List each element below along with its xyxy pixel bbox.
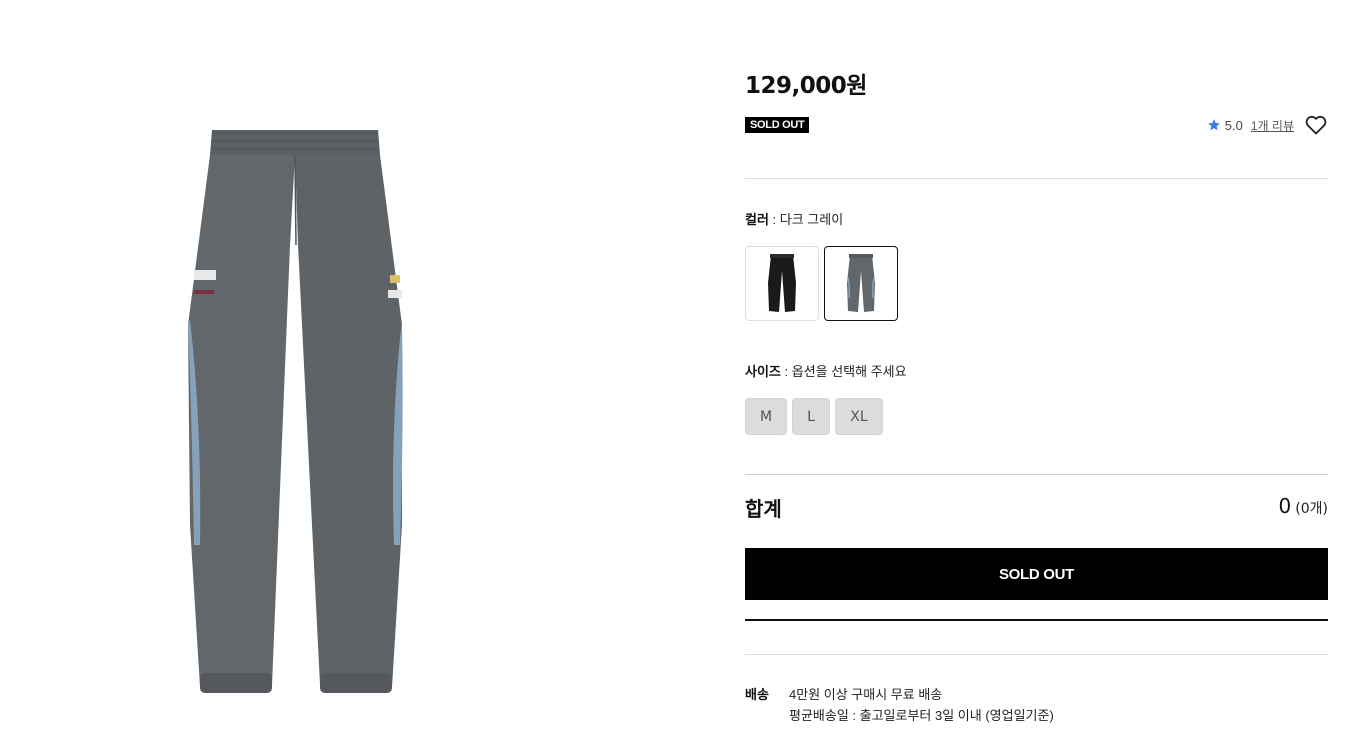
total-count: (0개) [1295, 501, 1328, 517]
size-button-l[interactable]: L [792, 398, 830, 435]
shipping-label: 배송 [745, 687, 769, 702]
rating-area: 5.0 1개 리뷰 [1207, 112, 1328, 138]
size-button-xl[interactable]: XL [835, 398, 883, 435]
divider [745, 474, 1328, 475]
size-placeholder: 옵션을 선택해 주세요 [791, 364, 907, 379]
soldout-button[interactable]: SOLD OUT [745, 548, 1328, 600]
product-price: 129,000원 [745, 73, 867, 99]
total-amount: 0 [1278, 494, 1292, 518]
color-swatches [745, 246, 898, 321]
size-separator: : [780, 364, 792, 379]
size-option-label: 사이즈 : 옵션을 선택해 주세요 [745, 361, 907, 380]
color-separator: : [768, 212, 780, 227]
size-label: 사이즈 [745, 364, 781, 379]
shipping-average-days: 평균배송일 : 출고일로부터 3일 이내 (영업일기준) [789, 708, 1054, 723]
total-value: 0 (0개) [1279, 494, 1328, 518]
color-option-label: 컬러 : 다크 그레이 [745, 209, 843, 228]
star-icon [1207, 119, 1220, 131]
gray-pants-thumbnail [847, 253, 875, 312]
divider [745, 619, 1328, 621]
total-label: 합계 [745, 499, 782, 521]
color-value: 다크 그레이 [779, 212, 844, 227]
divider [745, 654, 1328, 655]
product-detail-panel: 129,000원 SOLD OUT 5.0 1개 리뷰 컬러 : 다크 그레이 [745, 0, 1328, 750]
shipping-free-info: 4만원 이상 구매시 무료 배송 [789, 687, 943, 702]
rating-value: 5.0 [1224, 117, 1243, 133]
pants-illustration [188, 130, 403, 693]
review-link[interactable]: 1개 리뷰 [1251, 117, 1294, 134]
product-image [0, 0, 620, 750]
heart-icon[interactable] [1304, 113, 1328, 137]
divider [745, 178, 1328, 179]
status-badge: SOLD OUT [745, 117, 810, 133]
size-options: M L XL [745, 398, 883, 435]
color-label: 컬러 [745, 212, 769, 227]
swatch-black[interactable] [745, 246, 819, 321]
swatch-dark-gray[interactable] [824, 246, 898, 321]
size-button-m[interactable]: M [745, 398, 787, 435]
black-pants-thumbnail [768, 253, 796, 312]
